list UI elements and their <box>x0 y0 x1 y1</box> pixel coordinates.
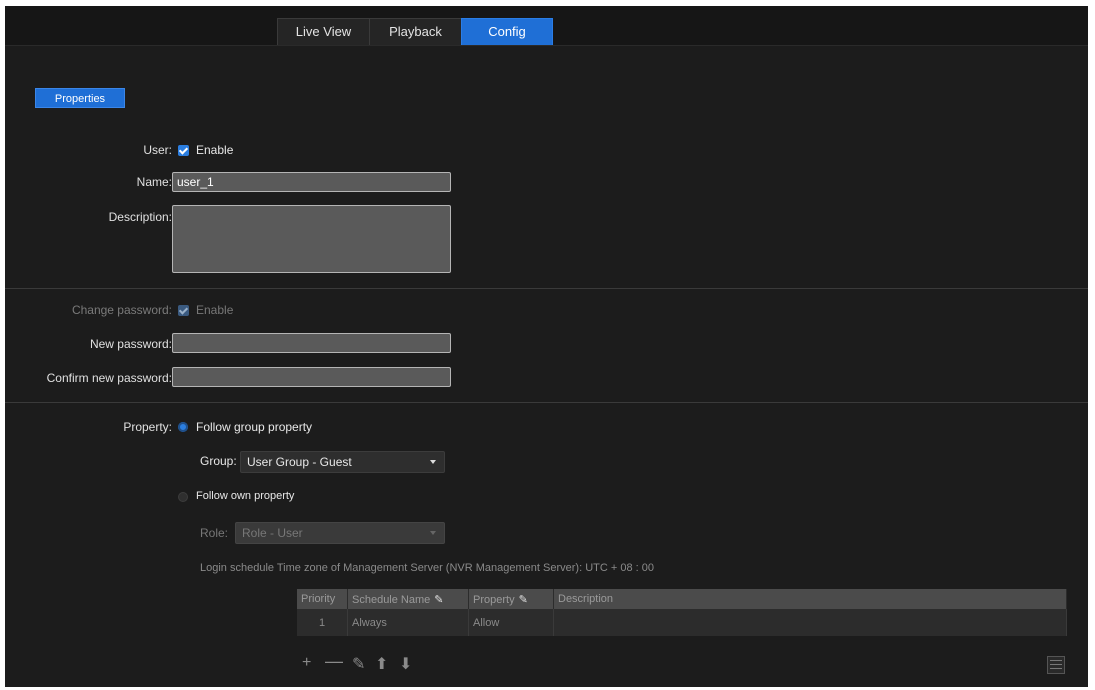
chevron-down-icon <box>430 531 436 535</box>
column-header-property[interactable]: Property ✎ <box>468 589 554 609</box>
table-row[interactable]: 1 Always Allow <box>297 609 1067 636</box>
follow-group-label: Follow group property <box>196 420 313 434</box>
section-divider <box>5 288 1088 289</box>
name-label: Name: <box>136 175 172 189</box>
pencil-icon: ✎ <box>518 593 528 606</box>
login-schedule-text: Login schedule Time zone of Management S… <box>200 562 654 574</box>
user-enable-checkbox[interactable] <box>178 145 189 156</box>
add-icon[interactable]: + <box>302 654 311 672</box>
column-header-priority[interactable]: Priority <box>297 589 348 609</box>
follow-own-label: Follow own property <box>196 490 295 502</box>
change-password-label: Change password: <box>71 303 172 317</box>
cell-property: Allow <box>468 609 554 636</box>
nav-tabs: Live View Playback Config <box>277 18 553 45</box>
role-select[interactable]: Role - User <box>235 522 445 544</box>
new-password-label: New password: <box>89 337 172 351</box>
role-select-value: Role - User <box>242 526 303 540</box>
user-label: User: <box>143 143 172 157</box>
user-enable-label: Enable <box>196 143 234 157</box>
name-field[interactable]: user_1 <box>172 172 451 192</box>
follow-own-radio[interactable] <box>178 492 188 502</box>
cell-schedule-name: Always <box>347 609 469 636</box>
confirm-password-label: Confirm new password: <box>46 371 172 385</box>
new-password-field[interactable] <box>172 333 451 353</box>
change-password-checkbox[interactable] <box>178 305 189 316</box>
column-header-description[interactable]: Description <box>553 589 1067 609</box>
cell-priority: 1 <box>297 609 348 636</box>
cell-description <box>553 609 1067 636</box>
confirm-password-field[interactable] <box>172 367 451 387</box>
top-nav-bar: Live View Playback Config <box>5 6 1088 46</box>
remove-icon[interactable]: — <box>325 651 343 672</box>
group-select-value: User Group - Guest <box>247 455 352 469</box>
group-label: Group: <box>200 454 237 468</box>
properties-button[interactable]: Properties <box>35 88 125 108</box>
section-divider <box>5 402 1088 403</box>
config-window: Live View Playback Config Properties Use… <box>5 6 1088 687</box>
tab-live-view[interactable]: Live View <box>277 18 369 45</box>
role-label: Role: <box>200 526 229 540</box>
pencil-icon: ✎ <box>434 593 444 606</box>
property-label: Property: <box>123 420 172 434</box>
follow-group-radio[interactable] <box>178 422 188 432</box>
change-password-enable-label: Enable <box>196 303 234 317</box>
chevron-down-icon <box>430 460 436 464</box>
group-select[interactable]: User Group - Guest <box>240 451 445 473</box>
move-down-icon[interactable]: ⬇ <box>399 654 412 674</box>
schedule-table: Priority Schedule Name ✎ Property ✎ Descri… <box>297 589 1067 636</box>
edit-icon[interactable]: ✎ <box>352 654 365 674</box>
move-up-icon[interactable]: ⬆ <box>375 654 388 674</box>
description-field[interactable] <box>172 205 451 273</box>
description-label: Description: <box>108 210 172 224</box>
table-header-row: Priority Schedule Name ✎ Property ✎ Descri… <box>297 589 1067 609</box>
tab-config[interactable]: Config <box>461 18 553 45</box>
tab-playback[interactable]: Playback <box>369 18 461 45</box>
column-header-schedule-name[interactable]: Schedule Name ✎ <box>347 589 469 609</box>
calendar-icon[interactable] <box>1047 656 1065 674</box>
